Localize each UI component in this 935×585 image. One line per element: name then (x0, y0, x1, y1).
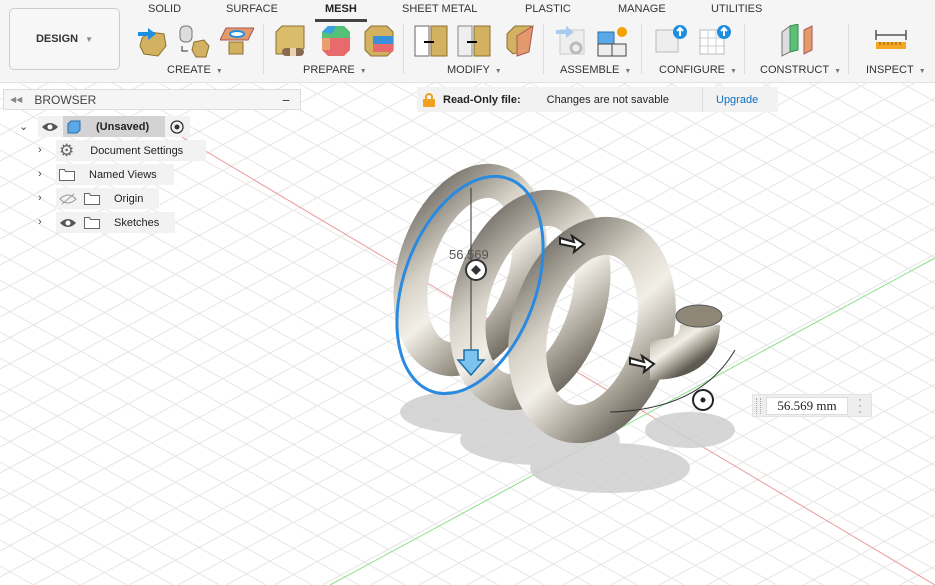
browser-item-named-views[interactable]: Named Views (56, 164, 174, 185)
offset-plane-icon[interactable] (780, 24, 814, 58)
activate-radio-icon[interactable] (170, 119, 184, 134)
combine-face-groups-icon[interactable] (361, 24, 395, 58)
lock-icon (423, 92, 435, 107)
chevron-right-icon[interactable]: › (38, 192, 42, 204)
workspace-switcher[interactable]: DESIGN ▼ (9, 8, 120, 70)
group-configure[interactable]: CONFIGURE ▼ (659, 64, 737, 76)
configuration-table-icon[interactable] (698, 24, 732, 58)
item-label: Document Settings (90, 144, 184, 157)
tab-manage[interactable]: MANAGE (618, 3, 666, 15)
item-label: Origin (114, 192, 144, 205)
minimize-icon[interactable]: − (282, 92, 290, 108)
eye-icon[interactable] (41, 121, 59, 133)
dimension-label: 56.569 (449, 247, 489, 262)
rotate-handle-icon[interactable] (465, 259, 487, 281)
tab-plastic[interactable]: PLASTIC (525, 3, 571, 15)
item-label: Sketches (114, 216, 160, 229)
browser-item-document-settings[interactable]: ⚙ Document Settings (56, 140, 206, 161)
upgrade-link[interactable]: Upgrade (716, 94, 758, 106)
notice-message: Changes are not savable (546, 93, 669, 106)
group-construct[interactable]: CONSTRUCT ▼ (760, 64, 841, 76)
divider (543, 24, 544, 74)
browser-title: BROWSER (34, 92, 97, 107)
tab-sheet-metal[interactable]: SHEET METAL (402, 3, 477, 15)
gear-icon: ⚙ (59, 140, 75, 160)
chevron-right-icon[interactable]: › (38, 144, 42, 156)
divider (263, 24, 264, 74)
reduce-icon[interactable] (457, 24, 491, 58)
generate-face-groups-icon[interactable] (318, 24, 352, 58)
group-assemble[interactable]: ASSEMBLE ▼ (560, 64, 631, 76)
root-label: (Unsaved) (96, 120, 150, 133)
tessellate-icon[interactable] (176, 24, 210, 58)
folder-icon (84, 216, 100, 229)
group-inspect[interactable]: INSPECT ▼ (866, 64, 926, 76)
divider (702, 87, 703, 112)
chevron-right-icon[interactable]: › (38, 168, 42, 180)
repair-icon[interactable] (274, 24, 308, 58)
divider (641, 24, 642, 74)
read-only-banner: Read-Only file: Changes are not savable … (417, 87, 778, 112)
create-face-group-icon[interactable] (220, 24, 254, 58)
group-create[interactable]: CREATE ▼ (167, 64, 223, 76)
dimension-input-box: 56.569 mm · · · (752, 393, 872, 417)
more-options-icon[interactable]: · · · (857, 393, 863, 417)
notice-title: Read-Only file: (443, 93, 521, 106)
chevron-down-icon[interactable]: ⌄ (19, 120, 28, 133)
plane-cut-icon[interactable] (503, 24, 537, 58)
eye-icon[interactable] (59, 217, 77, 229)
group-modify[interactable]: MODIFY ▼ (447, 64, 502, 76)
caret-down-icon: ▼ (85, 34, 94, 44)
collapse-panel-icon[interactable]: ◀◀ (10, 95, 22, 104)
item-label: Named Views (89, 168, 157, 181)
toolbar: DESIGN ▼ SOLID SURFACE MESH SHEET METAL P… (0, 0, 935, 83)
new-component-icon[interactable] (596, 24, 630, 58)
helix-end-face (675, 304, 723, 328)
folder-icon (84, 192, 100, 205)
component-icon (67, 120, 81, 133)
distance-input[interactable]: 56.569 mm (766, 397, 848, 415)
tab-mesh[interactable]: MESH (315, 3, 367, 22)
joint-icon[interactable] (554, 24, 588, 58)
divider (848, 24, 849, 74)
measure-icon[interactable] (874, 24, 908, 58)
browser-item-sketches[interactable]: Sketches (56, 212, 175, 233)
tab-utilities[interactable]: UTILITIES (711, 3, 762, 15)
divider (403, 24, 404, 74)
eye-hidden-icon[interactable] (59, 193, 77, 205)
workspace-label: DESIGN (35, 33, 79, 45)
folder-icon (59, 168, 75, 181)
configure-icon[interactable] (654, 24, 688, 58)
tab-solid[interactable]: SOLID (148, 3, 181, 15)
tab-surface[interactable]: SURFACE (226, 3, 278, 15)
browser-root-item[interactable]: (Unsaved) (38, 116, 190, 137)
browser-panel-header: ◀◀ BROWSER − (3, 89, 301, 110)
group-prepare[interactable]: PREPARE ▼ (303, 64, 367, 76)
drag-grip-icon[interactable] (756, 398, 761, 414)
chevron-right-icon[interactable]: › (38, 216, 42, 228)
path-point-handle-icon[interactable] (692, 389, 714, 411)
browser-item-origin[interactable]: Origin (56, 188, 159, 209)
remesh-icon[interactable] (414, 24, 448, 58)
insert-mesh-icon[interactable] (136, 24, 170, 58)
divider (744, 24, 745, 74)
